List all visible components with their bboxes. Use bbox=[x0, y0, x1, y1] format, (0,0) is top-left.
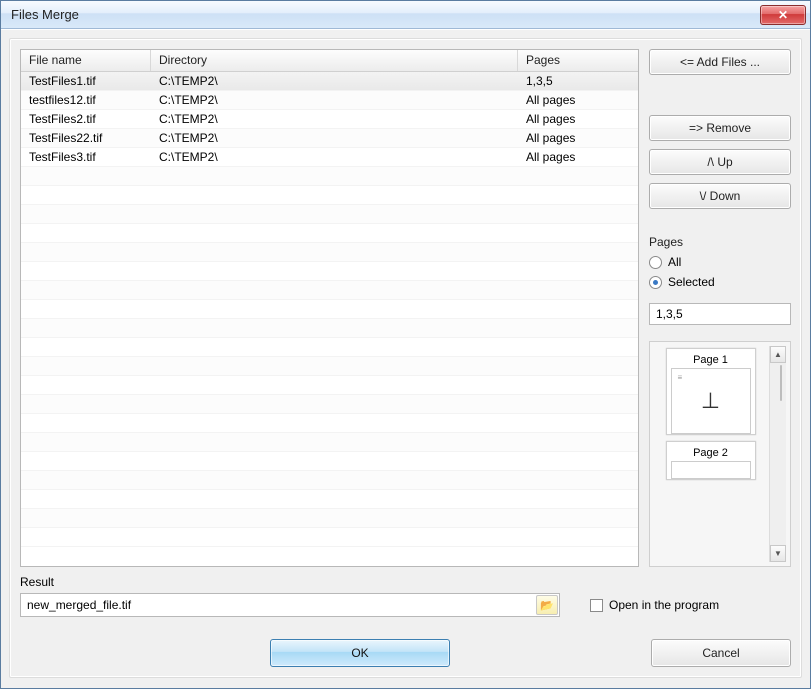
cell-pages: All pages bbox=[518, 150, 638, 164]
table-row-empty[interactable] bbox=[21, 376, 638, 395]
cancel-button[interactable]: Cancel bbox=[651, 639, 791, 667]
cell-file-name: TestFiles22.tif bbox=[21, 131, 151, 145]
pages-input[interactable] bbox=[649, 303, 791, 325]
table-row-empty[interactable] bbox=[21, 528, 638, 547]
table-row-empty[interactable] bbox=[21, 319, 638, 338]
open-in-program-checkbox[interactable]: Open in the program bbox=[590, 598, 719, 612]
table-row-empty[interactable] bbox=[21, 186, 638, 205]
table-row-empty[interactable] bbox=[21, 357, 638, 376]
table-row[interactable]: TestFiles1.tifC:\TEMP2\1,3,5 bbox=[21, 72, 638, 91]
pages-label: Pages bbox=[649, 235, 791, 249]
cell-pages: 1,3,5 bbox=[518, 74, 638, 88]
remove-button[interactable]: => Remove bbox=[649, 115, 791, 141]
table-row-empty[interactable] bbox=[21, 338, 638, 357]
radio-selected[interactable]: Selected bbox=[649, 275, 791, 289]
cell-directory: C:\TEMP2\ bbox=[151, 131, 518, 145]
table-row-empty[interactable] bbox=[21, 414, 638, 433]
table-row[interactable]: testfiles12.tifC:\TEMP2\All pages bbox=[21, 91, 638, 110]
preview-scroll[interactable]: Page 1≡⊥Page 2 bbox=[654, 346, 767, 562]
radio-selected-dot bbox=[649, 276, 662, 289]
move-up-button[interactable]: /\ Up bbox=[649, 149, 791, 175]
col-header-directory[interactable]: Directory bbox=[151, 50, 518, 71]
close-button[interactable]: ✕ bbox=[760, 5, 806, 25]
cell-directory: C:\TEMP2\ bbox=[151, 150, 518, 164]
radio-all-label: All bbox=[668, 255, 681, 269]
result-input-wrap: 📂 bbox=[20, 593, 560, 617]
table-row-empty[interactable] bbox=[21, 452, 638, 471]
scroll-down-icon[interactable]: ▼ bbox=[770, 545, 786, 562]
col-header-pages[interactable]: Pages bbox=[518, 50, 638, 71]
page-thumb-tinytext: ≡ bbox=[678, 373, 683, 382]
main-row: File name Directory Pages TestFiles1.tif… bbox=[20, 49, 791, 567]
table-row[interactable]: TestFiles3.tifC:\TEMP2\All pages bbox=[21, 148, 638, 167]
cell-pages: All pages bbox=[518, 131, 638, 145]
radio-all-dot bbox=[649, 256, 662, 269]
window-title: Files Merge bbox=[11, 7, 760, 22]
page-preview: Page 1≡⊥Page 2 ▲ ▼ bbox=[649, 341, 791, 567]
table-row-empty[interactable] bbox=[21, 243, 638, 262]
pages-group: Pages All Selected bbox=[649, 235, 791, 325]
dialog-body: File name Directory Pages TestFiles1.tif… bbox=[9, 38, 802, 678]
table-row-empty[interactable] bbox=[21, 509, 638, 528]
cell-file-name: TestFiles2.tif bbox=[21, 112, 151, 126]
radio-all[interactable]: All bbox=[649, 255, 791, 269]
page-thumb-mark: ⊥ bbox=[672, 388, 750, 414]
table-body[interactable]: TestFiles1.tifC:\TEMP2\1,3,5testfiles12.… bbox=[21, 72, 638, 566]
page-thumb-caption: Page 2 bbox=[693, 445, 728, 461]
cell-directory: C:\TEMP2\ bbox=[151, 112, 518, 126]
table-row-empty[interactable] bbox=[21, 205, 638, 224]
result-label: Result bbox=[20, 575, 791, 589]
checkbox-box bbox=[590, 599, 603, 612]
cell-file-name: TestFiles1.tif bbox=[21, 74, 151, 88]
result-block: Result 📂 Open in the program bbox=[20, 575, 791, 617]
add-files-button[interactable]: <= Add Files ... bbox=[649, 49, 791, 75]
table-header: File name Directory Pages bbox=[21, 50, 638, 72]
browse-button[interactable]: 📂 bbox=[536, 595, 558, 615]
table-row-empty[interactable] bbox=[21, 490, 638, 509]
page-thumbnail[interactable]: Page 2 bbox=[666, 441, 756, 480]
close-icon: ✕ bbox=[778, 9, 788, 21]
side-panel: <= Add Files ... => Remove /\ Up \/ Down… bbox=[649, 49, 791, 567]
cell-file-name: testfiles12.tif bbox=[21, 93, 151, 107]
table-row-empty[interactable] bbox=[21, 395, 638, 414]
table-row-empty[interactable] bbox=[21, 300, 638, 319]
preview-scrollbar[interactable]: ▲ ▼ bbox=[769, 346, 786, 562]
table-row-empty[interactable] bbox=[21, 281, 638, 300]
open-in-program-label: Open in the program bbox=[609, 598, 719, 612]
table-row-empty[interactable] bbox=[21, 433, 638, 452]
page-thumb-caption: Page 1 bbox=[693, 352, 728, 368]
result-input[interactable] bbox=[20, 593, 560, 617]
cell-pages: All pages bbox=[518, 112, 638, 126]
title-bar[interactable]: Files Merge ✕ bbox=[1, 1, 810, 29]
files-merge-dialog: Files Merge ✕ File name Directory Pages … bbox=[0, 0, 811, 689]
dialog-buttons: OK Cancel bbox=[20, 639, 791, 667]
page-thumb-sheet: ≡⊥ bbox=[671, 368, 751, 434]
col-header-file-name[interactable]: File name bbox=[21, 50, 151, 71]
table-row-empty[interactable] bbox=[21, 224, 638, 243]
client-area: File name Directory Pages TestFiles1.tif… bbox=[1, 29, 810, 688]
cell-file-name: TestFiles3.tif bbox=[21, 150, 151, 164]
page-thumb-sheet bbox=[671, 461, 751, 479]
cell-directory: C:\TEMP2\ bbox=[151, 93, 518, 107]
cell-directory: C:\TEMP2\ bbox=[151, 74, 518, 88]
page-thumbnail[interactable]: Page 1≡⊥ bbox=[666, 348, 756, 435]
scroll-thumb[interactable] bbox=[780, 365, 782, 401]
table-row[interactable]: TestFiles22.tifC:\TEMP2\All pages bbox=[21, 129, 638, 148]
files-table[interactable]: File name Directory Pages TestFiles1.tif… bbox=[20, 49, 639, 567]
table-row-empty[interactable] bbox=[21, 471, 638, 490]
scroll-up-icon[interactable]: ▲ bbox=[770, 346, 786, 363]
table-row-empty[interactable] bbox=[21, 262, 638, 281]
move-down-button[interactable]: \/ Down bbox=[649, 183, 791, 209]
radio-selected-label: Selected bbox=[668, 275, 715, 289]
ok-button[interactable]: OK bbox=[270, 639, 450, 667]
folder-open-icon: 📂 bbox=[540, 599, 554, 612]
cell-pages: All pages bbox=[518, 93, 638, 107]
table-row[interactable]: TestFiles2.tifC:\TEMP2\All pages bbox=[21, 110, 638, 129]
table-row-empty[interactable] bbox=[21, 167, 638, 186]
result-row: 📂 Open in the program bbox=[20, 593, 791, 617]
